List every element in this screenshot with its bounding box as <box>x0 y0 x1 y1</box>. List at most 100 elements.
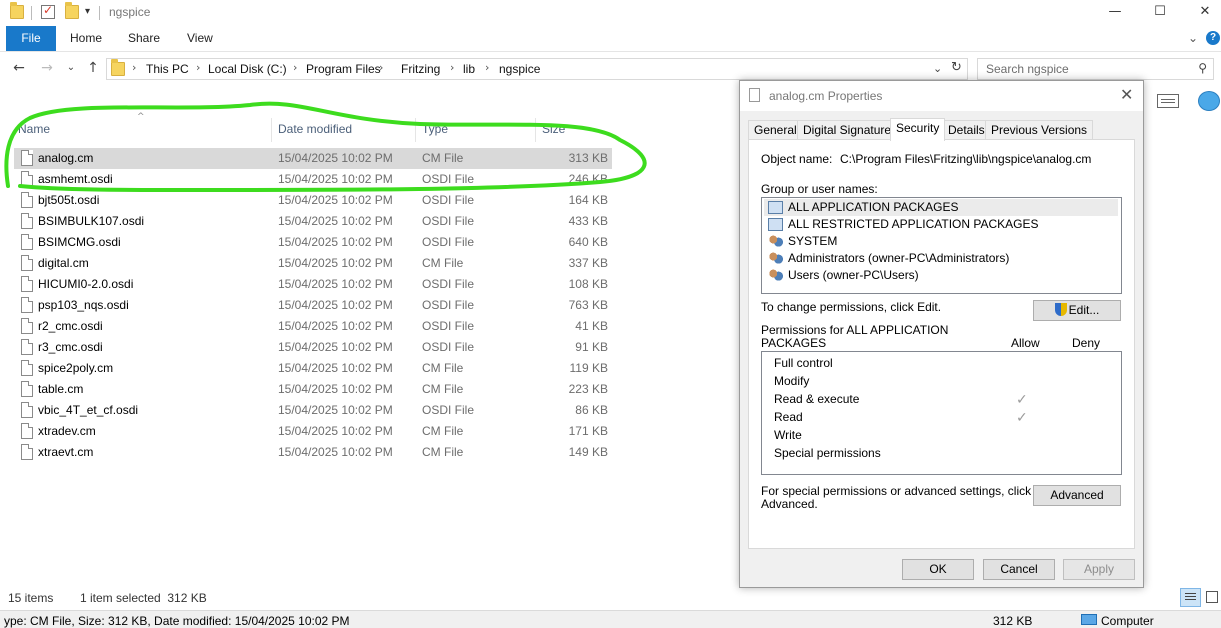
folder-icon <box>111 59 125 76</box>
column-divider[interactable] <box>535 118 536 142</box>
large-icons-view-icon[interactable] <box>1206 591 1218 603</box>
column-divider[interactable] <box>271 118 272 142</box>
tab-digital-signatures[interactable]: Digital Signatures <box>797 120 904 140</box>
advanced-button[interactable]: Advanced <box>1033 485 1121 506</box>
dialog-close-button[interactable]: ✕ <box>1120 85 1133 104</box>
file-row[interactable]: digital.cm 15/04/2025 10:02 PM CM File 337 … <box>14 253 612 274</box>
file-row[interactable]: psp103_nqs.osdi 15/04/2025 10:02 PM OSDI F… <box>14 295 612 316</box>
file-row[interactable]: table.cm 15/04/2025 10:02 PM CM File 223 KB <box>14 379 612 400</box>
file-row[interactable]: analog.cm 15/04/2025 10:02 PM CM File 313 K… <box>14 148 612 169</box>
file-row[interactable]: xtradev.cm 15/04/2025 10:02 PM CM File 171 … <box>14 421 612 442</box>
file-type: OSDI File <box>422 403 475 417</box>
users-icon <box>768 269 783 282</box>
user-list-item[interactable]: SYSTEM <box>764 233 1118 250</box>
chevron-down-icon[interactable]: ⌄ <box>1188 31 1198 45</box>
file-size: 108 KB <box>568 277 608 291</box>
file-row[interactable]: bjt505t.osdi 15/04/2025 10:02 PM OSDI File… <box>14 190 612 211</box>
file-icon <box>21 234 33 250</box>
user-list-item[interactable]: ALL APPLICATION PACKAGES <box>764 199 1118 216</box>
search-icon[interactable]: ⚲ <box>1198 61 1207 75</box>
edit-button[interactable]: Edit... <box>1033 300 1121 321</box>
chevron-right-icon[interactable]: › <box>132 61 136 74</box>
cancel-button[interactable]: Cancel <box>983 559 1055 580</box>
tab-details[interactable]: Details <box>942 120 991 140</box>
customize-toolbar-icon[interactable]: ▾ <box>85 6 90 17</box>
maximize-button[interactable]: ☐ <box>1137 0 1183 26</box>
breadcrumb-lib[interactable]: lib <box>463 62 475 76</box>
chevron-right-icon[interactable]: › <box>450 61 454 74</box>
file-row[interactable]: r3_cmc.osdi 15/04/2025 10:02 PM OSDI File 9… <box>14 337 612 358</box>
column-header-name[interactable]: Name <box>18 122 50 136</box>
search-input[interactable]: Search ngspice ⚲ <box>977 58 1214 80</box>
breadcrumb-local-disk[interactable]: Local Disk (C:) <box>208 62 287 76</box>
file-row[interactable]: BSIMBULK107.osdi 15/04/2025 10:02 PM OSDI … <box>14 211 612 232</box>
user-list-item[interactable]: ALL RESTRICTED APPLICATION PACKAGES <box>764 216 1118 233</box>
file-type: CM File <box>422 361 464 375</box>
ok-button[interactable]: OK <box>902 559 974 580</box>
new-folder-icon[interactable] <box>65 2 79 19</box>
column-header-size[interactable]: Size <box>542 122 565 136</box>
properties-icon[interactable]: ✓ <box>41 3 55 19</box>
chevron-right-icon[interactable]: › <box>379 61 383 74</box>
address-dropdown-icon[interactable]: ⌄ <box>933 62 942 75</box>
chevron-right-icon[interactable]: › <box>293 61 297 74</box>
file-size: 171 KB <box>568 424 608 438</box>
file-date: 15/04/2025 10:02 PM <box>278 445 393 459</box>
file-size: 433 KB <box>568 214 608 228</box>
breadcrumb-this-pc[interactable]: This PC <box>146 62 189 76</box>
mail-icon[interactable] <box>1157 94 1179 108</box>
refresh-icon[interactable]: ↻ <box>951 60 962 75</box>
breadcrumb-program-files[interactable]: Program Files <box>306 62 381 76</box>
user-name: ALL APPLICATION PACKAGES <box>788 200 959 214</box>
column-divider[interactable] <box>415 118 416 142</box>
file-row[interactable]: BSIMCMG.osdi 15/04/2025 10:02 PM OSDI File… <box>14 232 612 253</box>
file-type: OSDI File <box>422 298 475 312</box>
tab-view[interactable]: View <box>187 26 213 51</box>
details-view-icon[interactable] <box>1180 588 1201 607</box>
address-bar[interactable]: › This PC › Local Disk (C:) › Program Fi… <box>106 58 968 80</box>
user-list[interactable]: ALL APPLICATION PACKAGES ALL RESTRICTED A… <box>761 197 1122 294</box>
file-type: OSDI File <box>422 319 475 333</box>
file-name: vbic_4T_et_cf.osdi <box>38 403 139 417</box>
file-type: CM File <box>422 382 464 396</box>
back-arrow-icon[interactable]: ← <box>10 58 28 78</box>
file-row[interactable]: r2_cmc.osdi 15/04/2025 10:02 PM OSDI File 4… <box>14 316 612 337</box>
file-size: 223 KB <box>568 382 608 396</box>
tab-file[interactable]: File <box>6 26 56 51</box>
column-header-type[interactable]: Type <box>422 122 448 136</box>
breadcrumb-ngspice[interactable]: ngspice <box>499 62 540 76</box>
file-row[interactable]: HICUMI0-2.0.osdi 15/04/2025 10:02 PM OSDI … <box>14 274 612 295</box>
file-row[interactable]: vbic_4T_et_cf.osdi 15/04/2025 10:02 PM OSD… <box>14 400 612 421</box>
chevron-right-icon[interactable]: › <box>485 61 489 74</box>
forward-arrow-icon[interactable]: → <box>38 58 56 78</box>
tab-share[interactable]: Share <box>128 26 160 51</box>
tab-security[interactable]: Security <box>890 118 946 141</box>
tab-general[interactable]: General <box>748 120 803 140</box>
file-row[interactable]: spice2poly.cm 15/04/2025 10:02 PM CM File 1… <box>14 358 612 379</box>
breadcrumb-fritzing[interactable]: Fritzing <box>401 62 440 76</box>
minimize-button[interactable]: — <box>1092 0 1138 26</box>
close-button[interactable]: ✕ <box>1182 0 1221 26</box>
up-arrow-icon[interactable]: ↑ <box>84 58 102 78</box>
file-date: 15/04/2025 10:02 PM <box>278 319 393 333</box>
file-date: 15/04/2025 10:02 PM <box>278 235 393 249</box>
column-header-date[interactable]: Date modified <box>278 122 352 136</box>
edit-button-label: Edit... <box>1068 303 1100 317</box>
separator <box>31 6 32 20</box>
user-list-item[interactable]: Administrators (owner-PC\Administrators) <box>764 250 1118 267</box>
apply-button[interactable]: Apply <box>1063 559 1135 580</box>
file-row[interactable]: xtraevt.cm 15/04/2025 10:02 PM CM File 149 … <box>14 442 612 463</box>
chevron-right-icon[interactable]: › <box>196 61 200 74</box>
dialog-title-bar[interactable]: analog.cm Properties ✕ <box>740 81 1143 111</box>
tab-previous-versions[interactable]: Previous Versions <box>985 120 1094 140</box>
permission-name: Modify <box>774 374 810 388</box>
tab-home[interactable]: Home <box>70 26 102 51</box>
allow-column-label: Allow <box>1011 336 1040 350</box>
file-size: 164 KB <box>568 193 608 207</box>
shell-icon[interactable] <box>1198 91 1220 111</box>
help-icon[interactable]: ? <box>1206 31 1220 45</box>
user-list-item[interactable]: Users (owner-PC\Users) <box>764 267 1118 284</box>
recent-locations-icon[interactable]: ⌄ <box>62 58 80 78</box>
permissions-list: Full control Modify Read & execute ✓ Read ✓ Wr… <box>761 351 1122 475</box>
file-row[interactable]: asmhemt.osdi 15/04/2025 10:02 PM OSDI File… <box>14 169 612 190</box>
